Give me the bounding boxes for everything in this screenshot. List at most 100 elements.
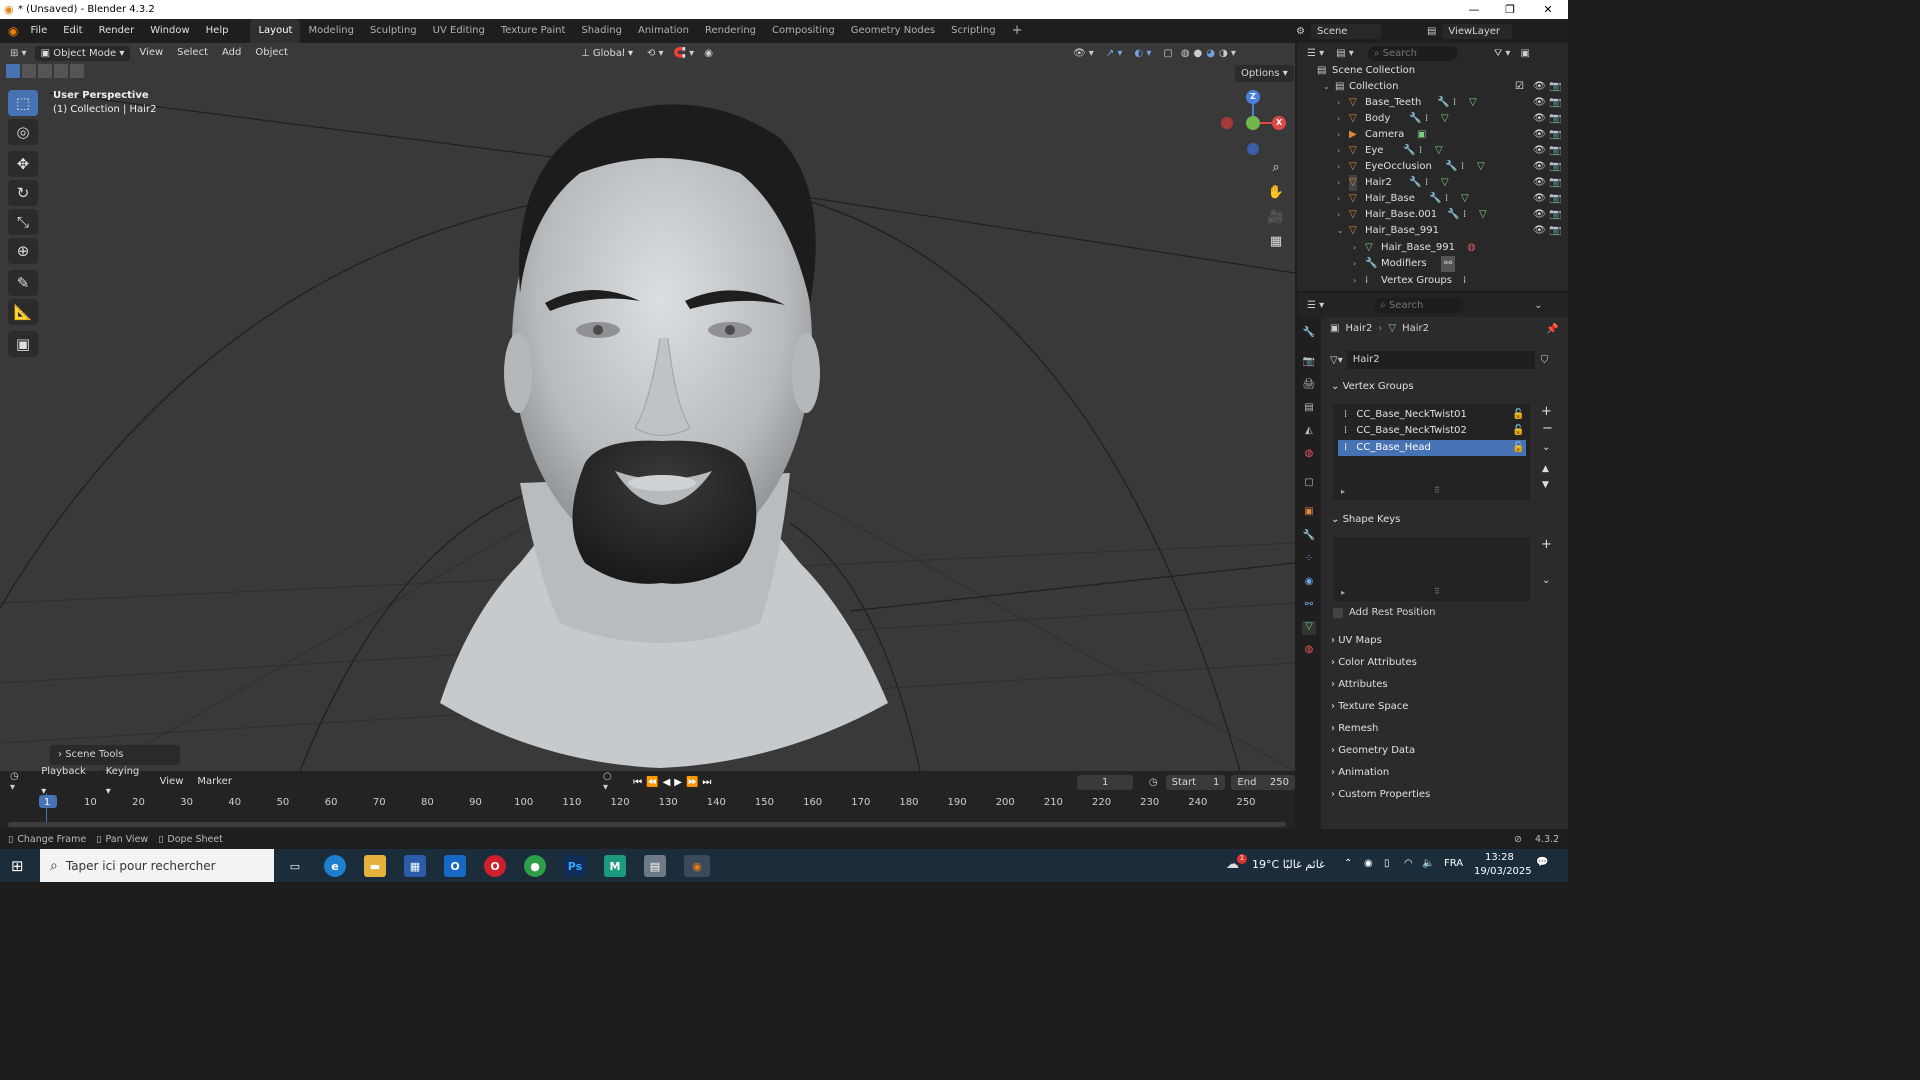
- eye-icon[interactable]: 👁: [1533, 175, 1546, 191]
- texture-space-panel-header[interactable]: › Texture Space: [1331, 697, 1561, 717]
- add-shape-key-button[interactable]: +: [1541, 537, 1552, 552]
- camera-render-icon[interactable]: 📷: [1549, 143, 1561, 159]
- lock-icon[interactable]: 🔓: [1512, 407, 1524, 423]
- tray-app-icon[interactable]: ◉: [1364, 858, 1373, 869]
- file-explorer-icon[interactable]: ▬: [364, 855, 386, 877]
- current-frame-field[interactable]: 1: [1077, 774, 1133, 790]
- vertex-group-specials-icon[interactable]: ⌄: [1542, 442, 1550, 453]
- outliner-item-base-teeth[interactable]: Base_Teeth: [1365, 95, 1421, 111]
- eye-icon[interactable]: 👁: [1533, 143, 1546, 159]
- select-extend-icon[interactable]: [22, 64, 36, 78]
- mesh-browse-icon[interactable]: ▽▾: [1330, 355, 1343, 366]
- menu-select[interactable]: Select: [170, 43, 215, 63]
- malwarebytes-icon[interactable]: M: [604, 855, 626, 877]
- world-tab-icon[interactable]: ◍: [1302, 448, 1316, 462]
- windows-start-icon[interactable]: ⊞: [11, 857, 24, 875]
- menu-edit[interactable]: Edit: [55, 19, 90, 43]
- opera-icon[interactable]: O: [484, 855, 506, 877]
- timeline-editor-icon[interactable]: ◷ ▾: [10, 771, 26, 793]
- outliner-child-vertex-groups[interactable]: Vertex Groups: [1381, 273, 1452, 289]
- list-resize-handle[interactable]: ⠿: [1434, 587, 1440, 596]
- timeline-scrollbar[interactable]: [8, 822, 1286, 827]
- outliner-item-hair-base-001[interactable]: Hair_Base.001: [1365, 207, 1437, 223]
- material-shading-icon[interactable]: ◕: [1206, 48, 1215, 59]
- scale-tool-icon[interactable]: ⤡: [8, 209, 38, 235]
- scene-tab-icon[interactable]: ◭: [1302, 425, 1316, 439]
- outliner-item-body[interactable]: Body: [1365, 111, 1390, 127]
- select-invert-icon[interactable]: [54, 64, 68, 78]
- mesh-data-tab-icon[interactable]: ▽: [1302, 621, 1316, 635]
- timeline-view-menu[interactable]: View: [153, 772, 191, 792]
- 3d-viewport[interactable]: User Perspective (1) Collection | Hair2 …: [0, 43, 1295, 771]
- expand-arrow-icon[interactable]: ›: [1353, 240, 1356, 256]
- lock-icon[interactable]: 🔓: [1512, 423, 1524, 439]
- notification-icon[interactable]: 💬: [1536, 857, 1548, 868]
- constraints-tab-icon[interactable]: ⚯: [1302, 599, 1316, 613]
- clock-date[interactable]: 19/03/2025: [1474, 866, 1532, 877]
- minimize-button[interactable]: —: [1456, 0, 1492, 19]
- outlook-icon[interactable]: O: [444, 855, 466, 877]
- camera-render-icon[interactable]: 📷: [1549, 159, 1561, 175]
- select-box-tool-icon[interactable]: ⬚: [8, 90, 38, 116]
- solid-shading-icon[interactable]: ●: [1194, 48, 1203, 59]
- camera-render-icon[interactable]: 📷: [1549, 191, 1561, 207]
- add-cube-tool-icon[interactable]: ▣: [8, 331, 38, 357]
- collapse-arrow-icon[interactable]: ⌄: [1323, 79, 1330, 95]
- tab-rendering[interactable]: Rendering: [697, 19, 764, 43]
- tab-modeling[interactable]: Modeling: [300, 19, 362, 43]
- auto-keying-icon[interactable]: ○ ▾: [603, 771, 619, 793]
- store-icon[interactable]: ▦: [404, 855, 426, 877]
- lock-icon[interactable]: 🔓: [1512, 440, 1524, 456]
- editor-type-icon[interactable]: ⊞ ▾: [10, 48, 27, 59]
- expand-arrow-icon[interactable]: ›: [1337, 159, 1340, 175]
- move-tool-icon[interactable]: ✥: [8, 151, 38, 177]
- options-dropdown[interactable]: Options ▾: [1235, 65, 1294, 82]
- keying-menu[interactable]: Keying ▾: [99, 762, 153, 802]
- marker-menu[interactable]: Marker: [190, 772, 239, 792]
- pan-hand-icon[interactable]: ✋: [1265, 181, 1287, 203]
- add-vertex-group-button[interactable]: +: [1541, 404, 1552, 419]
- task-view-icon[interactable]: ▭: [284, 855, 306, 877]
- visibility-icon[interactable]: 👁 ▾: [1073, 48, 1094, 59]
- ortho-grid-icon[interactable]: ▦: [1265, 230, 1287, 252]
- camera-view-icon[interactable]: 🎥: [1265, 206, 1287, 228]
- list-expand-icon[interactable]: ▸: [1341, 588, 1345, 597]
- vertex-group-item[interactable]: ⁞ CC_Base_NeckTwist02 🔓: [1338, 423, 1526, 439]
- add-workspace-icon[interactable]: +: [1004, 19, 1031, 43]
- pin-icon[interactable]: 📌: [1546, 324, 1558, 335]
- expand-arrow-icon[interactable]: ›: [1337, 207, 1340, 223]
- language-indicator[interactable]: FRA: [1444, 858, 1463, 869]
- measure-tool-icon[interactable]: 📐: [8, 299, 38, 325]
- mode-selector[interactable]: ▣ Object Mode ▾: [34, 45, 131, 61]
- list-resize-handle[interactable]: ⠿: [1434, 486, 1440, 495]
- vertex-group-item-selected[interactable]: ⁞ CC_Base_Head 🔓: [1338, 440, 1526, 456]
- xray-icon[interactable]: ▢: [1163, 48, 1172, 59]
- camera-render-icon[interactable]: 📷: [1549, 207, 1561, 223]
- tab-animation[interactable]: Animation: [630, 19, 697, 43]
- zoom-icon[interactable]: ⌕: [1265, 156, 1287, 178]
- color-attributes-panel-header[interactable]: › Color Attributes: [1331, 653, 1561, 673]
- blender-menu-icon[interactable]: ◉: [8, 24, 18, 38]
- tab-shading[interactable]: Shading: [573, 19, 630, 43]
- tab-compositing[interactable]: Compositing: [764, 19, 843, 43]
- add-rest-position-option[interactable]: Add Rest Position: [1333, 607, 1435, 618]
- app-icon[interactable]: ▤: [644, 855, 666, 877]
- pivot-icon[interactable]: ⟲ ▾: [647, 48, 664, 59]
- tab-scripting[interactable]: Scripting: [943, 19, 1003, 43]
- list-expand-icon[interactable]: ▸: [1341, 487, 1345, 496]
- menu-add[interactable]: Add: [215, 43, 248, 63]
- expand-arrow-icon[interactable]: ›: [1337, 95, 1340, 111]
- chevron-down-icon[interactable]: ⌄: [1534, 300, 1542, 311]
- menu-window[interactable]: Window: [142, 19, 197, 43]
- menu-object[interactable]: Object: [248, 43, 295, 63]
- battery-icon[interactable]: ▯: [1384, 858, 1390, 869]
- outliner-child-modifiers[interactable]: Modifiers: [1381, 256, 1427, 272]
- select-subtract-icon[interactable]: [38, 64, 52, 78]
- annotate-tool-icon[interactable]: ✎: [8, 270, 38, 296]
- vertex-groups-panel-header[interactable]: ⌄ Vertex Groups: [1331, 377, 1561, 397]
- expand-arrow-icon[interactable]: ›: [1353, 273, 1356, 289]
- camera-render-icon[interactable]: 📷: [1549, 175, 1561, 191]
- remesh-panel-header[interactable]: › Remesh: [1331, 719, 1561, 739]
- eye-icon[interactable]: 👁: [1533, 111, 1546, 127]
- modifier-tab-icon[interactable]: 🔧: [1302, 530, 1316, 544]
